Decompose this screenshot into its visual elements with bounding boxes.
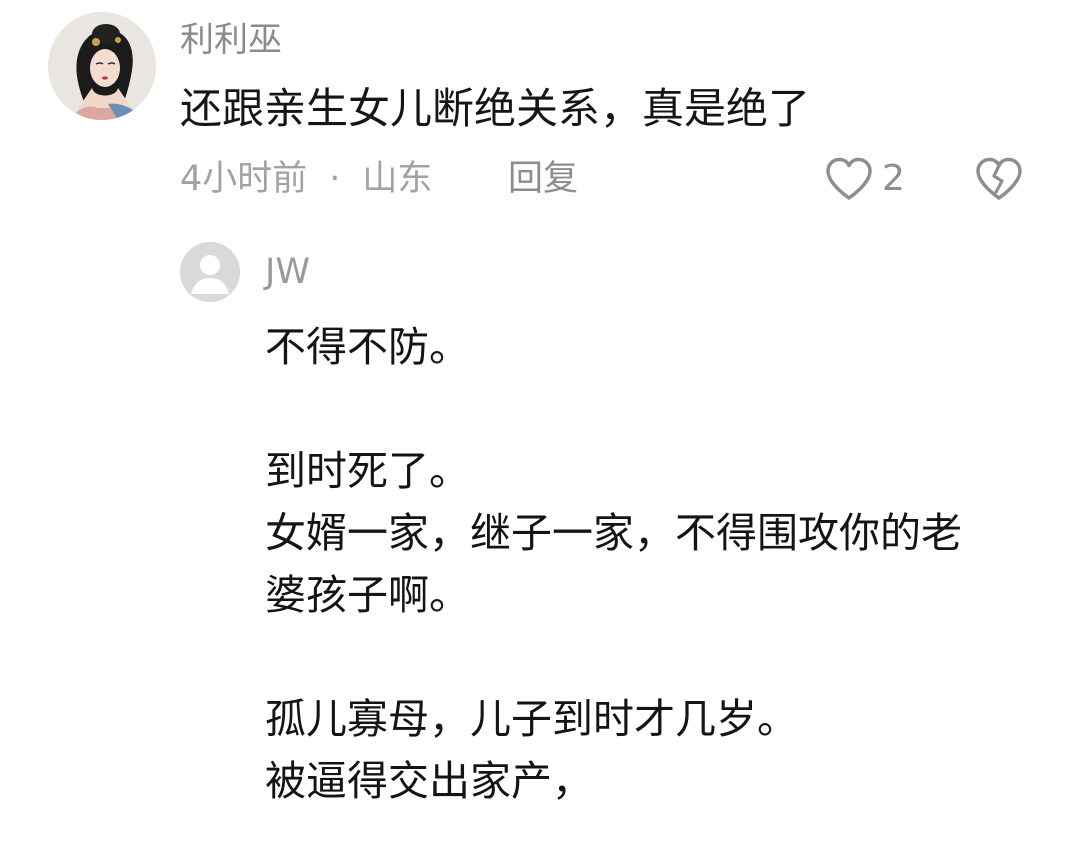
reply-line: 婆孩子啊。 — [265, 571, 470, 619]
heart-outline-icon — [826, 157, 872, 200]
comment-location: 山东 — [362, 159, 433, 199]
like-count: 2 — [882, 158, 905, 199]
meta-separator: · — [329, 159, 341, 199]
comment-meta: 4小时前 · 山东 — [180, 156, 432, 202]
reply-line: 不得不防。 — [265, 323, 470, 371]
reply-line: 女婿一家，继子一家，不得围攻你的老 — [265, 509, 962, 557]
like-button[interactable]: 2 — [824, 155, 905, 203]
comment-username[interactable]: 利利巫 — [180, 18, 282, 62]
comment-time: 4小时前 — [180, 159, 308, 199]
reply-line: 被逼得交出家产， — [265, 757, 593, 805]
reply-line: 到时死了。 — [265, 447, 470, 495]
avatar-portrait-icon — [48, 12, 156, 120]
reply-username[interactable]: JW — [265, 250, 310, 294]
comment-text: 还跟亲生女儿断绝关系，真是绝了 — [180, 84, 811, 133]
reply-line: 孤儿寡母，儿子到时才几岁。 — [265, 695, 798, 743]
reply-line-blank — [265, 378, 1045, 440]
reply-avatar[interactable] — [180, 242, 240, 302]
reply-line-blank — [265, 626, 1045, 688]
reply-button[interactable]: 回复 — [508, 156, 578, 202]
avatar[interactable] — [48, 12, 156, 120]
comment-thread: 利利巫 还跟亲生女儿断绝关系，真是绝了 4小时前 · 山东 回复 2 JW 不得不防… — [0, 0, 1080, 852]
broken-heart-icon — [976, 157, 1022, 200]
dislike-button[interactable] — [974, 156, 1024, 202]
default-user-icon — [180, 242, 240, 302]
reply-text: 不得不防。 到时死了。 女婿一家，继子一家，不得围攻你的老 婆孩子啊。 孤儿寡母… — [265, 316, 1045, 812]
